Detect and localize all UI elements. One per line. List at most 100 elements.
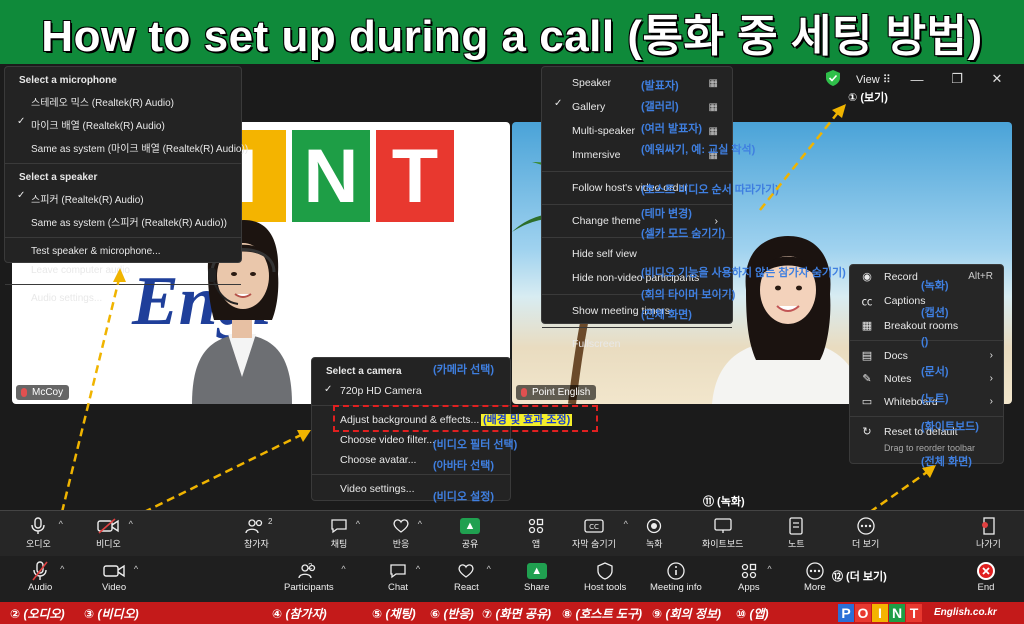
caret-up-icon[interactable]: ^ [767,564,771,574]
captions-button-kr[interactable]: CC 자막 숨기기 ^ [572,515,628,550]
security-shield-icon[interactable] [826,70,840,86]
mic-option-array[interactable]: 마이크 배열 (Realtek(R) Audio) [5,113,241,136]
caret-up-icon[interactable]: ^ [134,564,138,574]
chat-button[interactable]: Chat ^ [388,560,420,593]
participant-name-tag: Point English [516,385,597,400]
toolbar-label: Chat [388,582,409,593]
show-meeting-timers-item[interactable]: Show meeting timers [542,299,732,323]
video-button-kr[interactable]: 비디오 ^ [96,515,133,550]
share-button[interactable]: ▲ Share [524,560,549,593]
whiteboard-button-kr[interactable]: 화이트보드 [702,515,743,550]
caret-up-icon[interactable]: ^ [416,564,420,574]
more-button-kr[interactable]: 더 보기 [852,515,879,550]
legend-host-tools: ⑧ (호스트 도구) [562,607,643,621]
more-button[interactable]: More [804,560,826,593]
annotation-select-camera: (카메라 선택) [433,364,494,376]
more-icon [806,560,824,582]
caret-up-icon[interactable]: ^ [341,564,345,574]
view-button[interactable]: View ⠿ [856,73,891,86]
hide-self-view-item[interactable]: Hide self view [542,242,732,266]
whiteboard-icon: ▭ [861,396,873,408]
brand-letter: O [855,604,871,622]
audio-button[interactable]: Audio ^ [28,560,64,593]
speaker-option-same-as-system[interactable]: Same as system (스피커 (Realtek(R) Audio)) [5,210,241,233]
annotation-adjust-background: (배경 및 효과 조정) [481,411,573,427]
share-icon-wrap: ▲ [526,560,547,582]
toolbar-label: Share [524,582,550,593]
participants-button[interactable]: 2 Participants ^ [284,560,346,593]
notes-button-kr[interactable]: 노트 [788,515,805,550]
end-button[interactable]: End [976,560,996,593]
caret-up-icon[interactable]: ^ [487,564,491,574]
view-option-multi-speaker[interactable]: Multi-speaker ▦ [542,119,732,143]
heart-icon [392,515,410,537]
toolbar-label: React [454,582,479,593]
end-icon [976,560,996,582]
audio-button-kr[interactable]: 오디오 ^ [26,515,63,550]
speaker-layout-icon: ▦ [708,77,718,89]
mic-option-stereo-mix[interactable]: 스테레오 믹스 (Realtek(R) Audio) [5,90,241,113]
leave-computer-audio-item[interactable]: Leave computer audio [5,261,241,280]
annotation-video-filter: (비디오 필터 선택) [433,439,518,451]
view-option-speaker[interactable]: Speaker ▦ [542,71,732,95]
react-button-kr[interactable]: 반응 ^ [392,515,422,550]
caret-up-icon[interactable]: ^ [356,519,360,529]
restore-icon[interactable]: ❐ [940,71,974,87]
apps-button-kr[interactable]: 앱 [528,515,544,550]
whiteboard-icon [713,515,733,537]
chat-button-kr[interactable]: 채팅 ^ [330,515,360,550]
camera-option-720p[interactable]: 720p HD Camera [312,381,510,401]
toolbar-korean: 오디오 ^ 비디오 ^ 2 참가자 채팅 ^ 반응 ^ ▲ 공유 앱 CC 자막… [0,510,1024,556]
annotation-whiteboard: (화이트보드) [921,421,979,433]
multi-speaker-layout-icon: ▦ [708,125,718,137]
toolbar-label: 노트 [788,539,805,549]
leave-button-kr[interactable]: 나가기 [976,515,1001,550]
heart-icon [457,560,475,582]
annotation-video-settings: (비디오 설정) [433,491,494,503]
notes-icon: ✎ [862,373,872,385]
chat-icon [389,560,407,582]
adjust-highlight-text: (배경 및 효과 조정) [481,414,573,426]
annotation-hide-self: (셀카 모드 숨기기) [641,228,726,240]
caret-up-icon[interactable]: ^ [418,519,422,529]
mic-option-same-as-system[interactable]: Same as system (마이크 배열 (Realtek(R) Audio… [5,136,248,159]
minimize-icon[interactable]: — [900,72,934,87]
caret-up-icon[interactable]: ^ [624,519,628,529]
callout-record: ⑪ (녹화) [703,496,745,508]
speaker-section-head: Select a speaker [19,172,98,183]
audio-settings-item[interactable]: Audio settings... [5,289,241,308]
test-speaker-mic-item[interactable]: Test speaker & microphone... [5,242,241,261]
participants-button-kr[interactable]: 2 참가자 [244,515,272,550]
host-tools-button[interactable]: Host tools [584,560,626,593]
brand-letter: I [872,604,888,622]
meeting-info-button[interactable]: Meeting info [650,560,702,593]
notes-icon [789,515,803,537]
react-button[interactable]: React ^ [454,560,491,593]
apps-button[interactable]: Apps ^ [738,560,772,593]
caret-up-icon[interactable]: ^ [60,564,64,574]
fullscreen-item[interactable]: Fullscreen [542,332,732,356]
share-button-kr[interactable]: ▲ 공유 [460,515,480,550]
reset-icon: ↻ [862,426,872,438]
caret-up-icon[interactable]: ^ [129,519,133,529]
logo-letter-t: T [376,130,454,222]
video-button[interactable]: Video ^ [102,560,138,593]
view-option-gallery[interactable]: Gallery ▦ [542,95,732,119]
record-button-kr[interactable]: 녹화 [646,515,663,550]
record-icon: ◉ [862,271,872,283]
speaker-option-speaker[interactable]: 스피커 (Realtek(R) Audio) [5,187,241,210]
annotation-reset: (전체 화면) [921,456,972,468]
view-option-label: Gallery [572,101,606,113]
caret-up-icon[interactable]: ^ [59,519,63,529]
annotation-captions: (캡션) [921,307,949,319]
callout-view: ① (보기) [848,92,888,104]
apps-icon [528,515,544,537]
annotation-follow-host: (호스트 비디오 순서 따라가기) [641,184,779,196]
menu-label: Notes [884,372,912,385]
annotation-gallery: (갤러리) [641,101,679,113]
close-icon[interactable]: ✕ [980,71,1014,87]
menu-label: Captions [884,295,926,307]
menu-label: Docs [884,349,908,362]
toolbar-label: 더 보기 [852,539,880,549]
view-option-label: Change theme [572,215,641,227]
